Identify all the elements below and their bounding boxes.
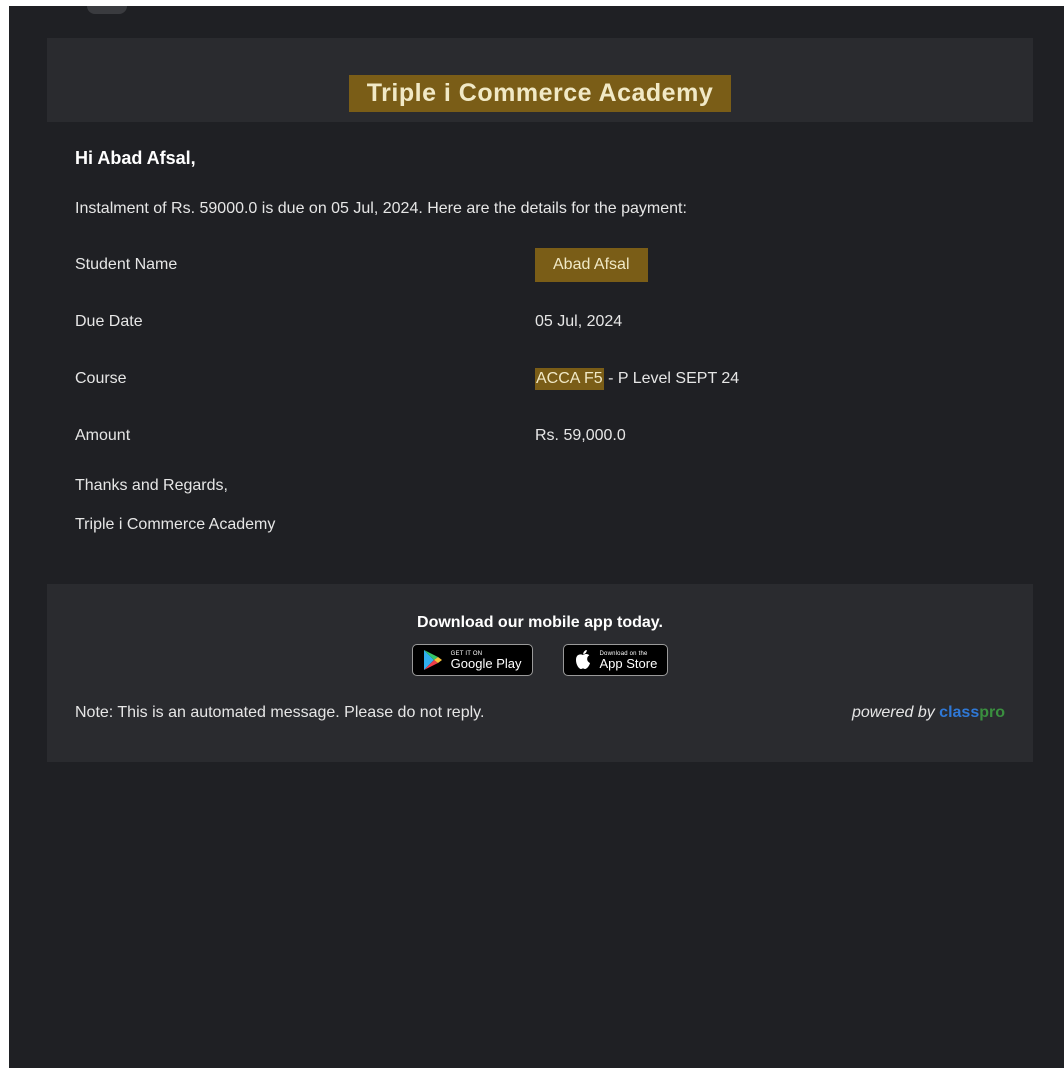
google-play-big: Google Play <box>450 655 522 671</box>
detail-row-due-date: Due Date 05 Jul, 2024 <box>75 293 1005 350</box>
download-app-text: Download our mobile app today. <box>417 614 663 631</box>
powered-by[interactable]: powered by classpro <box>852 704 1005 722</box>
google-play-icon <box>423 650 442 670</box>
app-store-badge[interactable]: Download on the App Store <box>562 644 669 676</box>
footer-note-row: Note: This is an automated message. Plea… <box>75 704 1005 722</box>
email-body: Hi Abad Afsal, Instalment of Rs. 59000.0… <box>47 122 1033 566</box>
app-store-big: App Store <box>599 655 658 671</box>
email-screen: Triple i Commerce Academy Hi Abad Afsal,… <box>9 6 1064 1068</box>
classpro-logo-class: class <box>939 704 980 721</box>
signature: Triple i Commerce Academy <box>75 516 276 533</box>
detail-label: Student Name <box>75 255 178 273</box>
course-code-highlight: ACCA F5 <box>535 367 604 390</box>
detail-label: Amount <box>75 426 131 444</box>
detail-value: Abad Afsal <box>535 247 648 282</box>
academy-brand-title: Triple i Commerce Academy <box>348 75 732 112</box>
detail-label: Course <box>75 369 127 387</box>
course-value: ACCA F5 - P Level SEPT 24 <box>535 367 740 390</box>
automated-message-note: Note: This is an automated message. Plea… <box>75 704 485 721</box>
google-play-badge[interactable]: GET IT ON Google Play <box>411 644 533 676</box>
detail-row-amount: Amount Rs. 59,000.0 <box>75 407 1005 464</box>
apple-icon <box>575 650 590 669</box>
course-name-rest: - P Level SEPT 24 <box>603 369 740 387</box>
amount-value: Rs. 59,000.0 <box>535 426 626 444</box>
closing: Thanks and Regards, <box>75 477 228 494</box>
email-header: Triple i Commerce Academy <box>47 38 1033 122</box>
instalment-intro: Instalment of Rs. 59000.0 is due on 05 J… <box>75 200 687 217</box>
detail-label: Due Date <box>75 312 143 330</box>
store-badges: GET IT ON Google Play Download on the Ap… <box>75 644 1005 676</box>
due-date-value: 05 Jul, 2024 <box>535 312 623 330</box>
email-card: Triple i Commerce Academy Hi Abad Afsal,… <box>47 38 1033 762</box>
powered-by-text: powered by <box>852 704 935 721</box>
email-footer: Download our mobile app today. GET IT ON… <box>47 584 1033 762</box>
app-store-text: Download on the App Store <box>600 651 658 670</box>
top-corner-shape <box>87 6 127 14</box>
google-play-text: GET IT ON Google Play <box>451 651 522 670</box>
student-name-value: Abad Afsal <box>535 247 648 282</box>
greeting: Hi Abad Afsal, <box>75 148 196 168</box>
classpro-logo-pro: pro <box>979 704 1005 721</box>
detail-row-course: Course ACCA F5 - P Level SEPT 24 <box>75 350 1005 407</box>
payment-details: Student Name Abad Afsal Due Date 05 Jul,… <box>75 236 1005 464</box>
detail-row-student-name: Student Name Abad Afsal <box>75 236 1005 293</box>
